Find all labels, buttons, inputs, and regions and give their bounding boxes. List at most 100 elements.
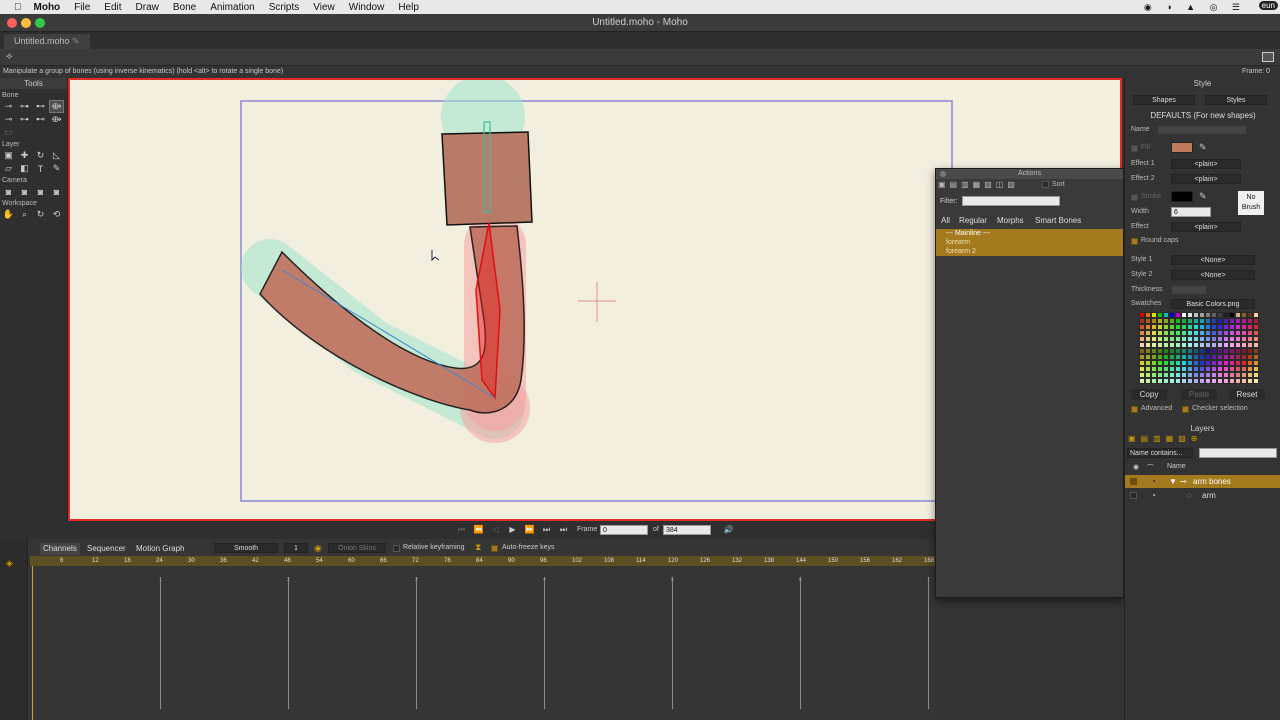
reparent-bone-tool-icon[interactable]: ⊷: [34, 114, 47, 125]
layer-visibility-checkbox[interactable]: [1130, 492, 1137, 499]
document-tab[interactable]: Untitled.moho ✎: [4, 34, 90, 49]
apple-icon[interactable]: : [14, 2, 22, 13]
stroke-eyedropper-icon[interactable]: ✎: [1199, 191, 1207, 202]
translate-bone-tool-icon[interactable]: ⊶: [18, 101, 31, 112]
layer-visibility-checkbox[interactable]: [1130, 478, 1137, 485]
eyedropper-tool-icon[interactable]: ✎: [50, 163, 63, 174]
expand-chevron-icon[interactable]: ▼: [1169, 475, 1177, 488]
layer-name[interactable]: arm bones: [1193, 475, 1231, 488]
flip-layer-tool-icon[interactable]: ◧: [18, 163, 31, 174]
next-key-button[interactable]: ⏩: [523, 525, 536, 535]
menu-file[interactable]: File: [74, 2, 90, 13]
actions-toolbar-icons[interactable]: ▣▤▥▦▧◫▨: [938, 180, 1019, 189]
menu-app-name[interactable]: Moho: [34, 2, 61, 13]
status-icons[interactable]: ◉ ◑ ▲ ◎ ☰: [1144, 2, 1246, 13]
play-button[interactable]: ▶: [506, 525, 519, 535]
total-frames-input[interactable]: 384: [663, 525, 711, 535]
paste-button[interactable]: Paste: [1181, 389, 1217, 400]
scale-layer-tool-icon[interactable]: ◺: [50, 150, 63, 161]
advanced-checkbox[interactable]: [1131, 406, 1138, 413]
bone-options-icon[interactable]: ⟡: [6, 51, 13, 62]
checker-selection-checkbox[interactable]: [1182, 406, 1189, 413]
menu-view[interactable]: View: [313, 2, 335, 13]
set-origin-tool-icon[interactable]: ▣: [2, 150, 15, 161]
bone-physics-tool-icon[interactable]: ▭: [2, 127, 15, 138]
add-bone-tool-icon[interactable]: ⊶: [18, 114, 31, 125]
translate-layer-tool-icon[interactable]: ✚: [18, 150, 31, 161]
step-back-button[interactable]: ⏪: [472, 525, 485, 535]
menu-edit[interactable]: Edit: [104, 2, 121, 13]
library-book-icon[interactable]: [1262, 52, 1274, 62]
scale-bone-tool-icon[interactable]: ⊷: [34, 101, 47, 112]
fill-color-swatch[interactable]: [1171, 142, 1193, 153]
no-brush-button[interactable]: No Brush: [1238, 191, 1264, 215]
rotate-bone-tool-icon[interactable]: ⊸: [2, 114, 15, 125]
actions-tab-morphs[interactable]: Morphs: [997, 216, 1024, 225]
sort-checkbox[interactable]: [1042, 181, 1049, 188]
actions-close-button[interactable]: [940, 171, 946, 177]
copy-button[interactable]: Copy: [1131, 389, 1167, 400]
manipulate-bones-tool-icon[interactable]: ⟴: [49, 100, 64, 113]
prev-key-button[interactable]: ◁: [489, 525, 502, 535]
first-frame-button[interactable]: ⏮: [455, 525, 468, 535]
actions-row-mainline[interactable]: --- Mainline ---: [936, 229, 1123, 238]
effect1-select[interactable]: <plain>: [1171, 159, 1241, 169]
bone-strength-tool-icon[interactable]: ⟴: [50, 114, 63, 125]
stroke-color-swatch[interactable]: [1171, 191, 1193, 202]
shapes-button[interactable]: Shapes: [1133, 95, 1195, 105]
step-forward-button[interactable]: ⏭: [540, 525, 553, 535]
style2-select[interactable]: <None>: [1171, 270, 1255, 280]
shear-layer-tool-icon[interactable]: ▱: [2, 163, 15, 174]
swatch-palette[interactable]: [1139, 312, 1259, 386]
actions-tab-regular[interactable]: Regular: [959, 216, 987, 225]
pan-hand-tool-icon[interactable]: ✋: [2, 209, 15, 220]
actions-filter-input[interactable]: [962, 196, 1060, 206]
volume-icon[interactable]: 🔊: [722, 525, 735, 535]
upper-arm-shape[interactable]: [441, 131, 533, 226]
actions-tab-all[interactable]: All: [941, 216, 950, 225]
stroke-checkbox[interactable]: [1131, 194, 1138, 201]
roll-camera-tool-icon[interactable]: ◙: [34, 186, 47, 197]
menu-draw[interactable]: Draw: [136, 2, 159, 13]
menu-animation[interactable]: Animation: [210, 2, 254, 13]
effect2-select[interactable]: <plain>: [1171, 174, 1241, 184]
minimize-window-button[interactable]: [21, 18, 31, 28]
layer-row-vector[interactable]: ◔ ◌ arm: [1125, 489, 1280, 502]
playhead[interactable]: [32, 566, 33, 720]
menu-help[interactable]: Help: [398, 2, 419, 13]
styles-button[interactable]: Styles: [1205, 95, 1267, 105]
orbit-workspace-tool-icon[interactable]: ⟲: [50, 209, 63, 220]
zoom-window-button[interactable]: [35, 18, 45, 28]
layer-eye-icon[interactable]: ◔: [1151, 489, 1156, 502]
thickness-input[interactable]: [1171, 285, 1207, 295]
user-badge[interactable]: eun: [1258, 1, 1278, 10]
effect-select[interactable]: <plain>: [1171, 222, 1241, 232]
last-frame-button[interactable]: ⏭: [557, 525, 570, 535]
layer-name[interactable]: arm: [1202, 489, 1216, 502]
rotate-layer-tool-icon[interactable]: ↻: [34, 150, 47, 161]
pan-tilt-camera-tool-icon[interactable]: ◙: [50, 186, 63, 197]
actions-row-forearm-2[interactable]: forearm 2: [936, 247, 1123, 256]
menu-scripts[interactable]: Scripts: [269, 2, 300, 13]
actions-tab-smart-bones[interactable]: Smart Bones: [1035, 216, 1081, 225]
text-tool-icon[interactable]: T: [34, 163, 47, 174]
layer-row-bone-group[interactable]: ◔ ▼ ⊸ arm bones: [1125, 475, 1280, 488]
layer-eye-icon[interactable]: ◔: [1151, 475, 1156, 488]
reset-button[interactable]: Reset: [1229, 389, 1265, 400]
layers-filter-select[interactable]: Name contains...: [1127, 448, 1193, 458]
actions-row-forearm[interactable]: forearm: [936, 238, 1123, 247]
rotate-workspace-tool-icon[interactable]: ↻: [34, 209, 47, 220]
menu-bone[interactable]: Bone: [173, 2, 196, 13]
fill-eyedropper-icon[interactable]: ✎: [1199, 142, 1207, 153]
zoom-camera-tool-icon[interactable]: ◙: [18, 186, 31, 197]
color-swatch[interactable]: [1253, 378, 1259, 384]
select-bone-tool-icon[interactable]: ⊸: [2, 101, 15, 112]
round-caps-checkbox[interactable]: [1131, 238, 1138, 245]
layers-toolbar-icons[interactable]: ▣▤▥▦▧⊕: [1128, 434, 1203, 443]
width-input[interactable]: 6: [1171, 207, 1211, 217]
layers-filter-input[interactable]: [1199, 448, 1277, 458]
style-name-input[interactable]: [1157, 125, 1247, 135]
fill-checkbox[interactable]: [1131, 145, 1138, 152]
style1-select[interactable]: <None>: [1171, 255, 1255, 265]
frame-input[interactable]: 0: [600, 525, 648, 535]
